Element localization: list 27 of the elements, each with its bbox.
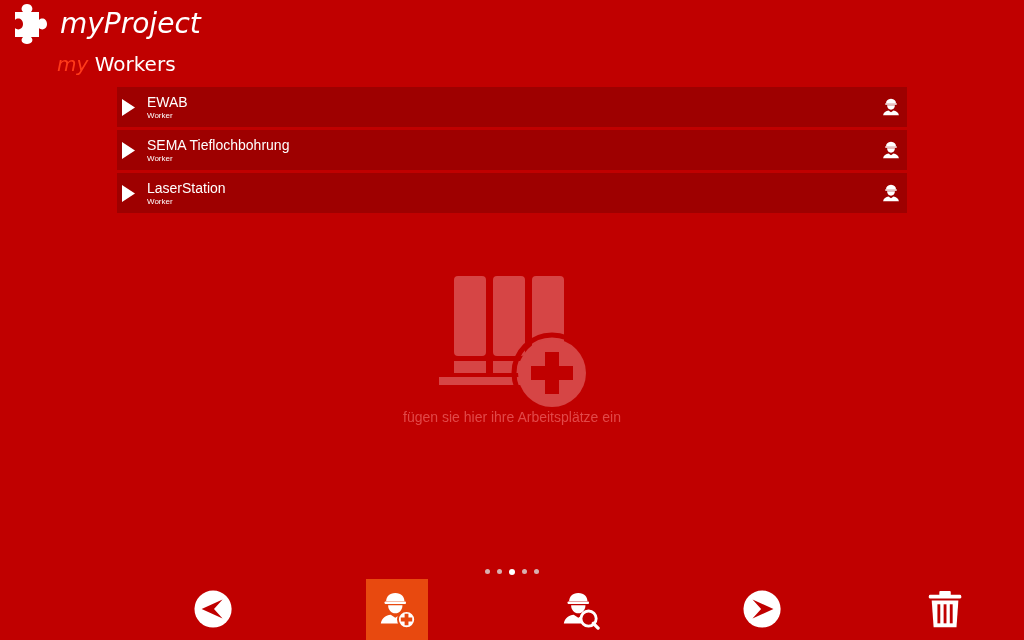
triangle-icon — [122, 184, 135, 202]
circle-arrow-right-icon — [742, 589, 783, 630]
worker-list-item[interactable]: EWAB Worker — [117, 87, 907, 127]
worker-icon — [881, 183, 901, 203]
add-worker-button[interactable] — [365, 579, 428, 640]
page-indicator-dot[interactable] — [497, 569, 502, 574]
empty-state-message: fügen sie hier ihre Arbeitsplätze ein — [403, 409, 621, 425]
circle-arrow-left-icon — [193, 589, 234, 630]
worker-icon — [881, 140, 901, 160]
worker-name: SEMA Tieflochbohrung — [147, 136, 291, 154]
worker-icon — [881, 97, 901, 117]
app-title: myProject — [60, 6, 201, 42]
worker-list-item[interactable]: LaserStation Worker — [117, 173, 907, 213]
triangle-icon — [122, 98, 135, 116]
triangle-icon — [122, 141, 135, 159]
worker-type: Worker — [147, 154, 174, 164]
worker-list-item[interactable]: SEMA Tieflochbohrung Worker — [117, 130, 907, 170]
worker-name: EWAB — [147, 93, 189, 111]
page-indicator-dot[interactable] — [485, 569, 490, 574]
page-indicator-dot[interactable] — [509, 569, 515, 575]
page-indicator-dot[interactable] — [534, 569, 539, 574]
worker-type: Worker — [147, 197, 174, 207]
worker-name: LaserStation — [147, 179, 227, 197]
section-title: my Workers — [57, 51, 176, 77]
puzzle-piece-icon — [12, 4, 50, 44]
page-indicator-dot[interactable] — [522, 569, 527, 574]
worker-type: Worker — [147, 111, 174, 121]
